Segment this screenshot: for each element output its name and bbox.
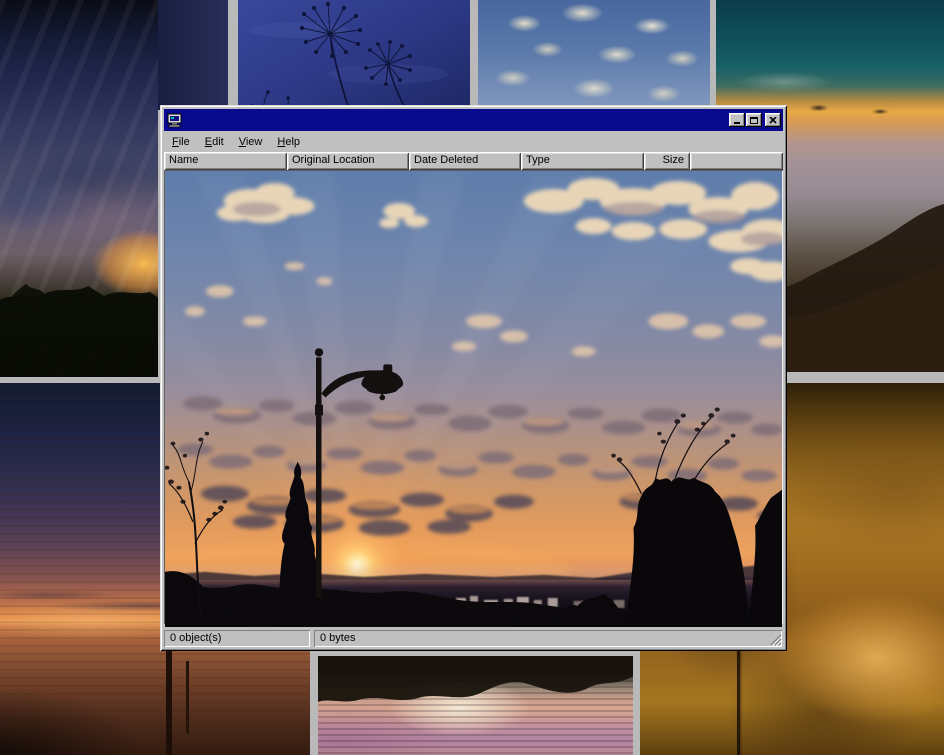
menu-view[interactable]: View xyxy=(233,134,269,150)
close-icon xyxy=(769,117,777,124)
status-bytes: 0 bytes xyxy=(314,630,782,647)
menu-bar: File Edit View Help xyxy=(164,132,783,152)
resize-grip-icon[interactable] xyxy=(769,633,782,646)
wooden-pole xyxy=(166,646,172,755)
column-header-filler xyxy=(690,152,783,170)
maximize-icon xyxy=(750,117,758,124)
recycle-bin-window: File Edit View Help Name Original Locati… xyxy=(160,105,787,651)
sunset-lamppost-photo xyxy=(165,171,782,627)
minimize-icon xyxy=(734,122,740,124)
menu-file[interactable]: File xyxy=(166,134,196,150)
tree-reflection xyxy=(318,656,633,702)
wooden-pole xyxy=(186,661,189,733)
screen: { "window": { "title": "", "icon": "comp… xyxy=(0,0,944,755)
column-header-name[interactable]: Name xyxy=(164,152,287,170)
close-button[interactable] xyxy=(765,113,781,127)
column-header-date-deleted[interactable]: Date Deleted xyxy=(409,152,521,170)
column-header-type[interactable]: Type xyxy=(521,152,644,170)
window-content-photo xyxy=(164,170,783,624)
background-photo-sunset-rays xyxy=(0,0,158,377)
background-photo-water-reflection xyxy=(318,656,633,755)
title-bar[interactable] xyxy=(164,109,783,131)
menu-help[interactable]: Help xyxy=(271,134,306,150)
maximize-button[interactable] xyxy=(746,113,762,127)
tree-silhouette xyxy=(0,0,158,377)
minimize-button[interactable] xyxy=(729,113,745,127)
status-objects: 0 object(s) xyxy=(164,630,310,647)
column-header-original-location[interactable]: Original Location xyxy=(287,152,409,170)
column-header-size[interactable]: Size xyxy=(644,152,690,170)
column-header-row: Name Original Location Date Deleted Type… xyxy=(164,152,783,170)
background-photo-navy-sky xyxy=(158,0,228,110)
computer-window-icon[interactable] xyxy=(167,113,183,128)
menu-edit[interactable]: Edit xyxy=(199,134,230,150)
status-bar: 0 object(s) 0 bytes xyxy=(164,624,783,647)
